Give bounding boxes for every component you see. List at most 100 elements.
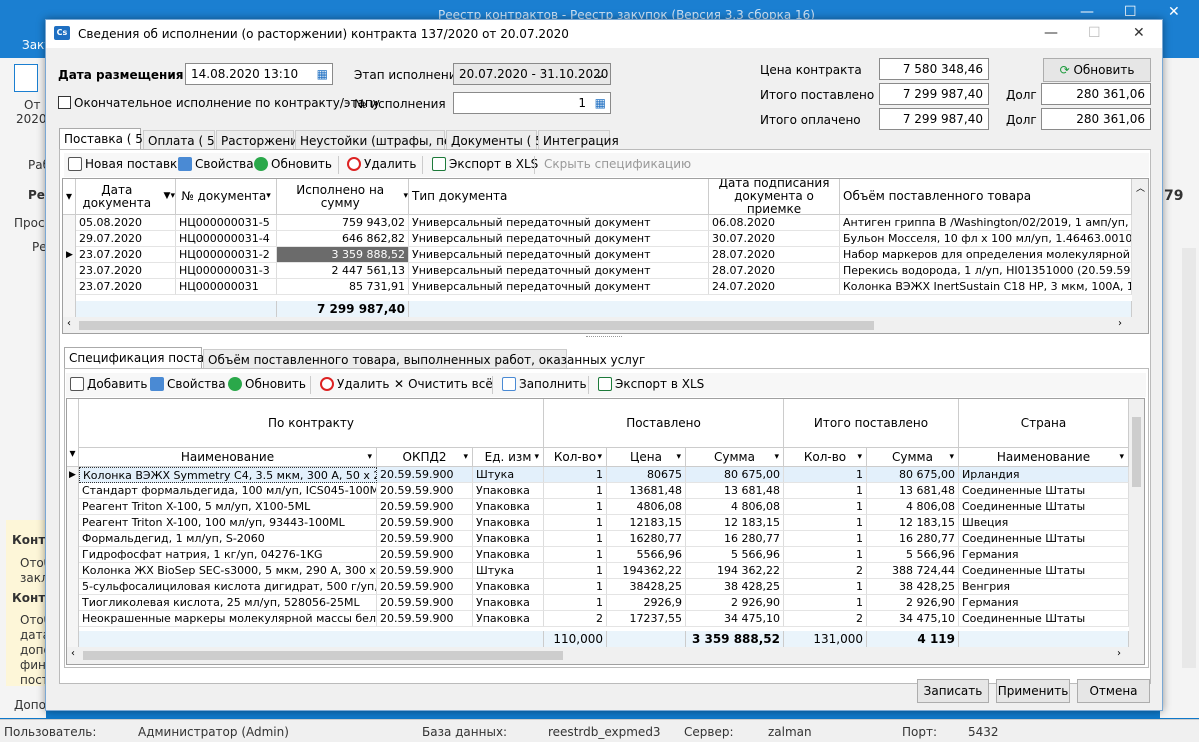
grid-menu-icon[interactable]: ▾ [63, 179, 76, 215]
table-cell[interactable]: 20.59.59.900 [377, 563, 473, 579]
table-cell[interactable]: 2 447 561,13 [277, 263, 409, 279]
filter-icon[interactable]: ▾ [857, 451, 862, 464]
table-cell[interactable]: Колонка ВЭЖХ Symmetry C4, 3.5 мкм, 300 A… [79, 467, 377, 483]
table-cell[interactable]: Штука [473, 467, 544, 483]
table-cell[interactable]: 17237,55 [607, 611, 686, 627]
filter-icon[interactable]: ▾ [597, 451, 602, 464]
table-cell[interactable]: 20.59.59.900 [377, 547, 473, 563]
table-cell[interactable]: Формальдегид, 1 мл/уп, S-2060 [79, 531, 377, 547]
table-cell[interactable]: 34 475,10 [686, 611, 784, 627]
tab-documents[interactable]: Документы ( 5 ) [446, 130, 551, 150]
table-cell[interactable]: 28.07.2020 [709, 263, 840, 279]
table-cell[interactable]: 28.07.2020 [709, 247, 840, 263]
table-cell[interactable]: 12 183,15 [686, 515, 784, 531]
clear-all-button[interactable]: ✕ Очистить всё [394, 377, 493, 391]
table-cell[interactable]: 2 [784, 611, 867, 627]
table-cell[interactable]: НЦ000000031 [176, 279, 277, 295]
col-volume[interactable]: Объём поставленного товара [840, 179, 1132, 215]
column-header[interactable]: Ед. изм ▾ [473, 448, 544, 467]
vertical-scrollbar[interactable] [1129, 399, 1144, 647]
table-cell[interactable]: Упаковка [473, 579, 544, 595]
table-cell[interactable]: Соединенные Штаты [959, 531, 1129, 547]
column-header[interactable]: Кол-во ▾ [544, 448, 607, 467]
table-cell[interactable]: Колонка ЖХ BioSep SEC-s3000, 5 мкм, 290 … [79, 563, 377, 579]
table-cell[interactable]: 23.07.2020 [76, 279, 176, 295]
column-header[interactable]: Сумма ▾ [867, 448, 959, 467]
table-cell[interactable]: 13681,48 [607, 483, 686, 499]
maximize-icon[interactable]: ☐ [1124, 4, 1137, 20]
table-cell[interactable]: 194362,22 [607, 563, 686, 579]
table-cell[interactable]: 12 183,15 [867, 515, 959, 531]
col-doc-type[interactable]: Тип документа [409, 179, 709, 215]
table-cell[interactable]: Соединенные Штаты [959, 563, 1129, 579]
calendar-icon[interactable] [14, 64, 38, 92]
table-cell[interactable]: 20.59.59.900 [377, 483, 473, 499]
table-cell[interactable]: 759 943,02 [277, 215, 409, 231]
table-cell[interactable]: 20.59.59.900 [377, 531, 473, 547]
col-sign-date[interactable]: Дата подписания документа о приемке [709, 179, 840, 216]
table-cell[interactable]: 1 [784, 547, 867, 563]
filter-icon[interactable]: ▾ [1119, 451, 1124, 464]
table-cell[interactable]: 24.07.2020 [709, 279, 840, 295]
column-header[interactable]: Наименование ▾ [79, 448, 377, 467]
table-cell[interactable]: 1 [544, 595, 607, 611]
stage-select[interactable]: 20.07.2020 - 31.10.2020 ⌄ [453, 63, 611, 85]
table-cell[interactable]: 06.08.2020 [709, 215, 840, 231]
save-button[interactable]: Записать [917, 679, 989, 703]
table-cell[interactable]: Венгрия [959, 579, 1129, 595]
tab-integration[interactable]: Интеграция [538, 130, 619, 150]
fill-button[interactable]: Заполнить [502, 377, 587, 391]
table-cell[interactable]: Гидрофосфат натрия, 1 кг/уп, 04276-1KG [79, 547, 377, 563]
table-cell[interactable]: Неокрашенные маркеры молекулярной массы … [79, 611, 377, 627]
table-cell[interactable]: Упаковка [473, 515, 544, 531]
table-cell[interactable]: 2926,9 [607, 595, 686, 611]
table-cell[interactable]: 1 [544, 547, 607, 563]
table-cell[interactable]: 20.59.59.900 [377, 515, 473, 531]
table-cell[interactable]: Соединенные Штаты [959, 499, 1129, 515]
tab-termination[interactable]: Расторжение [216, 130, 305, 150]
new-delivery-button[interactable]: Новая поставка [68, 157, 185, 171]
table-cell[interactable]: Упаковка [473, 595, 544, 611]
table-cell[interactable]: 1 [544, 499, 607, 515]
tab-penalties[interactable]: Неустойки (штрафы, пени) [295, 130, 472, 150]
table-cell[interactable]: 1 [544, 579, 607, 595]
table-cell[interactable]: 1 [784, 515, 867, 531]
table-cell[interactable]: 1 [784, 467, 867, 483]
scroll-thumb[interactable] [79, 321, 874, 330]
table-cell[interactable]: 20.59.59.900 [377, 467, 473, 483]
horizontal-scrollbar[interactable]: ‹ › [67, 647, 1144, 664]
filter-icon[interactable]: ▾ [774, 451, 779, 464]
table-cell[interactable]: Универсальный передаточный документ [409, 279, 709, 295]
tab-volume[interactable]: Объём поставленного товара, выполненных … [203, 349, 645, 369]
table-cell[interactable]: 5 566,96 [686, 547, 784, 563]
calendar-icon[interactable]: ▦ [317, 67, 328, 81]
apply-button[interactable]: Применить [996, 679, 1070, 703]
table-cell[interactable]: Штука [473, 563, 544, 579]
column-header[interactable]: ОКПД2 ▾ [377, 448, 473, 467]
table-cell[interactable]: 1 [784, 595, 867, 611]
tab-spec[interactable]: Спецификация поставки [64, 347, 226, 368]
table-cell[interactable]: Германия [959, 547, 1129, 563]
refresh-button[interactable]: Обновить [228, 377, 306, 391]
table-cell[interactable]: 646 862,82 [277, 231, 409, 247]
table-cell[interactable]: Антиген гриппа В /Washington/02/2019, 1 … [840, 215, 1132, 231]
table-cell[interactable]: 12183,15 [607, 515, 686, 531]
table-cell[interactable]: Перекись водорода, 1 л/уп, HI01351000 (2… [840, 263, 1132, 279]
table-cell[interactable]: 20.59.59.900 [377, 611, 473, 627]
table-cell[interactable]: 20.59.59.900 [377, 579, 473, 595]
table-cell[interactable]: 4 806,08 [686, 499, 784, 515]
col-doc-number[interactable]: № документа ▾ [176, 179, 277, 215]
table-cell[interactable]: 85 731,91 [277, 279, 409, 295]
table-cell[interactable]: 2 926,90 [867, 595, 959, 611]
properties-button[interactable]: Свойства [150, 377, 226, 391]
table-cell[interactable]: 30.07.2020 [709, 231, 840, 247]
horizontal-scrollbar[interactable]: ‹ › [63, 317, 1148, 333]
table-cell[interactable]: Набор маркеров для определения молекуляр… [840, 247, 1132, 263]
table-cell[interactable]: 16 280,77 [867, 531, 959, 547]
table-cell[interactable]: 80 675,00 [686, 467, 784, 483]
table-cell[interactable]: Германия [959, 595, 1129, 611]
table-cell[interactable]: Универсальный передаточный документ [409, 263, 709, 279]
refresh-button[interactable]: ⟳ Обновить [1043, 58, 1151, 82]
table-cell[interactable]: Соединенные Штаты [959, 483, 1129, 499]
table-cell[interactable]: 4 806,08 [867, 499, 959, 515]
